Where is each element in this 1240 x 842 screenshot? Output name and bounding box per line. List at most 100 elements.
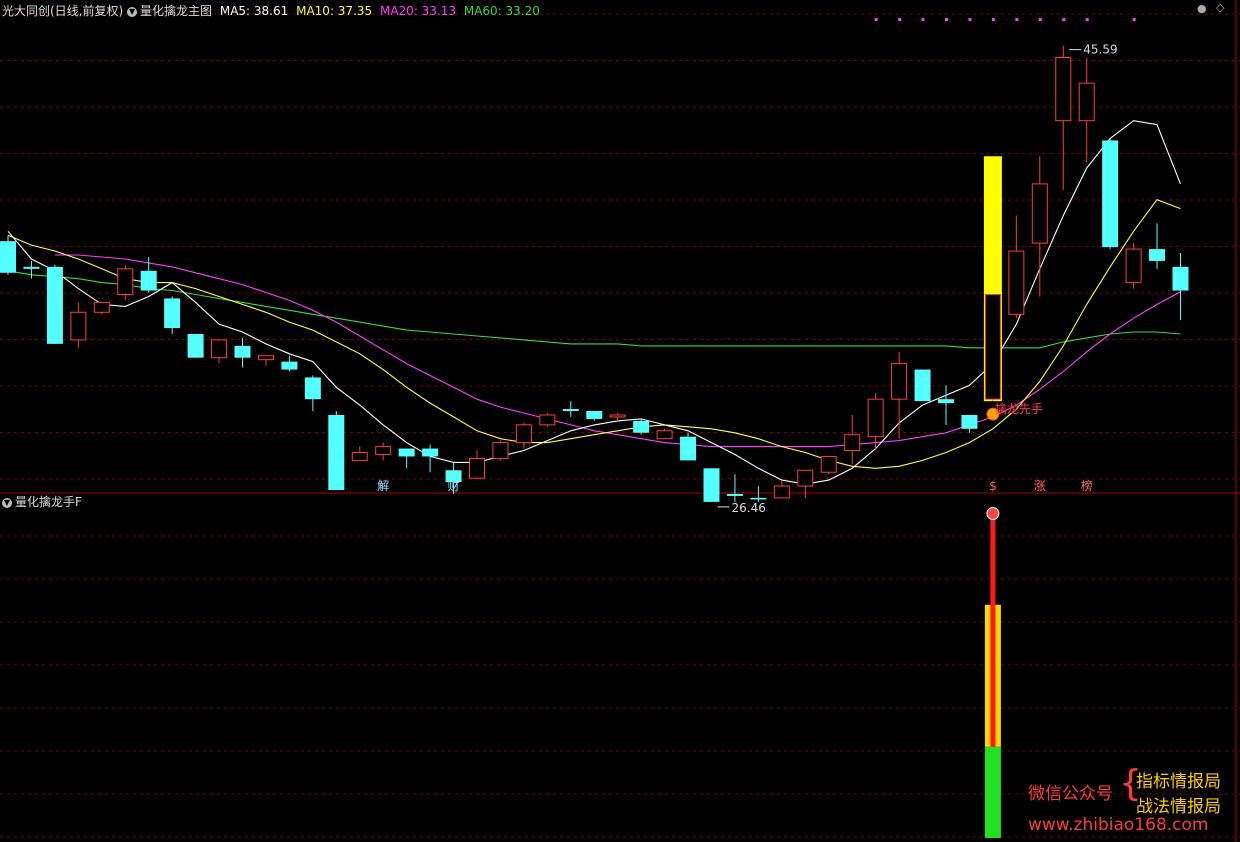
candle — [187, 334, 204, 358]
candle — [539, 413, 556, 427]
candle-body — [515, 424, 532, 444]
sub-indicator — [984, 507, 1001, 838]
top-dot — [968, 18, 972, 21]
candle — [633, 418, 650, 435]
candle — [1008, 215, 1025, 319]
candle-body — [140, 270, 157, 291]
candle-body — [938, 399, 954, 404]
top-dot — [1062, 18, 1066, 21]
low-label: 26.46 — [732, 501, 766, 515]
candle-body — [562, 409, 579, 412]
candle-body — [773, 485, 790, 499]
top-dot — [991, 18, 995, 21]
candle — [23, 260, 40, 279]
candle-body — [375, 446, 392, 455]
candle — [750, 486, 767, 502]
candle — [492, 440, 509, 461]
event-marker: 财 — [448, 479, 460, 493]
candle — [234, 337, 251, 368]
candle — [844, 414, 861, 465]
candle-body — [281, 361, 298, 370]
candle — [70, 302, 87, 348]
event-marker: $ — [989, 479, 997, 493]
candle-body — [46, 266, 63, 344]
top-dot — [945, 18, 948, 21]
candle-body — [820, 455, 837, 473]
sub-header: ▼ 量化擒龙手F — [2, 495, 82, 509]
candle-body — [1149, 249, 1166, 261]
candle-body — [0, 241, 16, 273]
candle — [820, 455, 837, 475]
event-marker: 榜 — [1081, 478, 1093, 493]
candle — [0, 235, 16, 275]
candle-body — [1031, 183, 1048, 244]
candle-body — [1055, 57, 1072, 122]
candle-body — [117, 268, 134, 296]
top-dot — [1038, 18, 1042, 21]
candle — [891, 351, 908, 439]
candle-body — [164, 298, 181, 329]
candle-body — [680, 436, 697, 461]
top-dot — [874, 18, 878, 21]
sub-indicator-title[interactable]: 量化擒龙手F — [15, 495, 82, 509]
menu-icon[interactable]: ● — [1197, 2, 1207, 15]
collapse-icon[interactable]: ▼ — [2, 497, 12, 508]
candle — [304, 375, 321, 412]
candle-body — [398, 448, 415, 457]
candle-body — [492, 442, 509, 459]
ball-icon — [986, 507, 1000, 521]
candle-body — [1078, 82, 1095, 122]
candle-body — [750, 497, 767, 500]
top-marker-dots — [874, 18, 1136, 21]
candle — [961, 414, 978, 433]
annotations: 45.59 26.46 擒龙先手解 财 $ 涨 榜 — [377, 43, 1117, 515]
candle-body — [1008, 250, 1025, 315]
stock-chart[interactable]: 45.59 26.46 擒龙先手解 财 $ 涨 榜 — [0, 0, 1240, 842]
candle — [586, 411, 603, 421]
candle-body — [23, 266, 40, 269]
candle-body — [469, 457, 485, 479]
candle — [375, 442, 392, 461]
candle — [1055, 45, 1072, 190]
candle — [1031, 156, 1048, 297]
candle-body — [586, 411, 603, 419]
candle-body — [93, 301, 110, 313]
candle-body — [984, 294, 1001, 400]
collapse-icon[interactable]: ▼ — [127, 6, 138, 17]
candle-body — [891, 363, 908, 400]
candles[interactable] — [0, 45, 1189, 502]
candle — [562, 401, 579, 417]
candle — [398, 448, 415, 469]
candle — [1102, 138, 1119, 250]
indicator-name[interactable]: 量化擒龙主图 — [140, 4, 212, 18]
ma60-label: MA60: 33.20 — [463, 4, 540, 18]
candle-body — [70, 311, 87, 341]
green-bar — [984, 746, 1001, 838]
watermark-account: 微信公众号 — [1028, 784, 1113, 804]
event-marker: 解 — [377, 479, 389, 493]
ma5-label: MA5: 38.61 — [219, 4, 289, 18]
candle — [1078, 57, 1095, 163]
candle — [422, 444, 439, 473]
candle — [93, 301, 110, 315]
top-dot — [1015, 18, 1019, 21]
candle-body — [257, 355, 274, 361]
ma10-label: MA10: 37.35 — [296, 4, 373, 18]
stock-title[interactable]: 光大同创(日线,前复权) — [2, 4, 123, 18]
ma60-line — [7, 270, 1181, 349]
candle-body — [211, 339, 228, 359]
candle-body — [867, 398, 884, 438]
top-dot — [1085, 18, 1089, 21]
signal-label: 擒龙先手 — [995, 401, 1043, 416]
ma5-line — [7, 120, 1182, 485]
top-dot — [898, 18, 902, 21]
candle-body — [914, 369, 931, 402]
candle — [797, 469, 814, 498]
diamond-icon[interactable]: ◇ — [1216, 1, 1224, 14]
ma10-path — [7, 199, 1181, 469]
candle — [938, 385, 954, 425]
candle — [351, 446, 368, 461]
ma60-path — [7, 270, 1181, 349]
candle-body — [609, 414, 626, 418]
candle — [515, 422, 532, 449]
